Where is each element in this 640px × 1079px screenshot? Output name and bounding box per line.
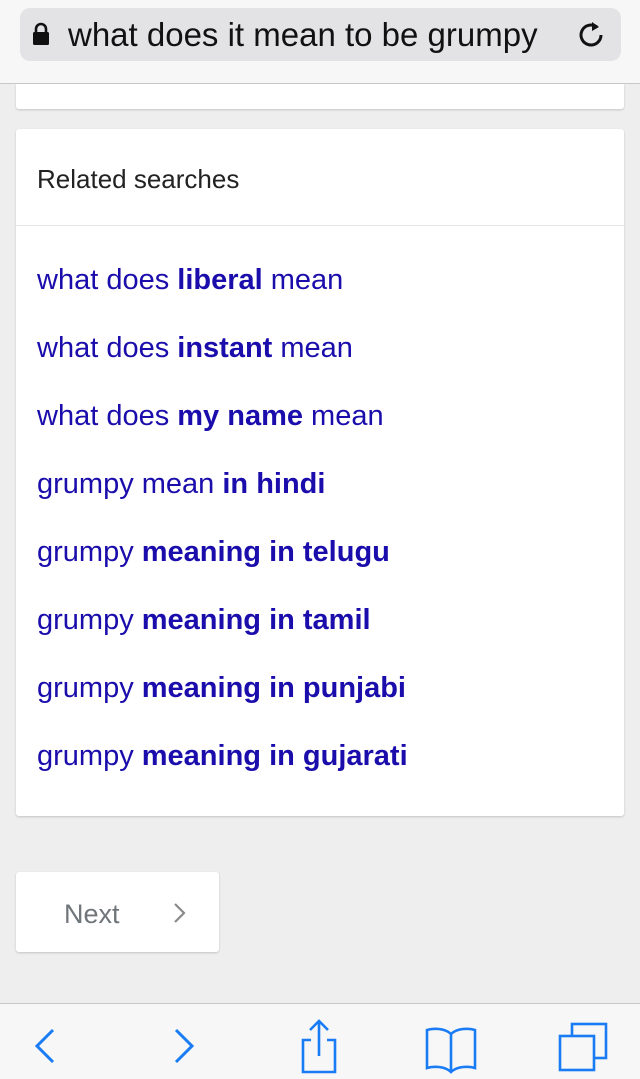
related-search-link[interactable]: grumpy meaning in telugu: [16, 534, 624, 602]
related-search-link[interactable]: grumpy meaning in gujarati: [16, 738, 624, 806]
back-icon[interactable]: [20, 1018, 76, 1074]
related-search-text: what does: [37, 400, 178, 432]
related-search-link[interactable]: grumpy mean in hindi: [16, 466, 624, 534]
related-search-link[interactable]: grumpy meaning in tamil: [16, 602, 624, 670]
related-search-text: mean: [262, 264, 344, 296]
related-search-bold-text: meaning in tamil: [141, 604, 371, 636]
url-text[interactable]: what does it mean to be grumpy: [68, 17, 565, 53]
lock-icon: [33, 22, 49, 45]
related-search-text: what does: [37, 264, 178, 296]
reload-icon[interactable]: [577, 20, 607, 50]
related-search-text: grumpy: [37, 672, 142, 704]
related-searches-list: what does liberal mean what does instant …: [16, 226, 624, 806]
related-search-bold-text: in hindi: [222, 468, 326, 500]
tabs-icon[interactable]: [556, 1018, 612, 1074]
related-search-bold-text: meaning in telugu: [141, 536, 390, 568]
next-page-button[interactable]: Next: [16, 872, 219, 952]
related-search-bold-text: meaning in gujarati: [141, 740, 408, 772]
next-label: Next: [64, 899, 120, 929]
related-search-link[interactable]: what does liberal mean: [16, 262, 624, 330]
forward-icon[interactable]: [155, 1018, 211, 1074]
address-field[interactable]: what does it mean to be grumpy: [20, 8, 621, 61]
related-search-text: grumpy: [37, 740, 142, 772]
related-searches-title: Related searches: [16, 129, 624, 226]
bottom-toolbar: [0, 1003, 640, 1079]
related-search-bold-text: my name: [177, 400, 303, 432]
related-search-link[interactable]: what does my name mean: [16, 398, 624, 466]
related-search-bold-text: meaning in punjabi: [141, 672, 406, 704]
related-search-text: what does: [37, 332, 178, 364]
related-search-text: grumpy mean: [37, 468, 223, 500]
related-search-link[interactable]: what does instant mean: [16, 330, 624, 398]
related-searches-card: Related searches what does liberal mean w…: [16, 129, 624, 816]
related-search-text: mean: [272, 332, 353, 364]
related-search-bold-text: liberal: [177, 264, 263, 296]
share-icon[interactable]: [291, 1018, 347, 1074]
related-search-text: grumpy: [37, 536, 142, 568]
previous-card: [16, 84, 624, 109]
bookmarks-icon[interactable]: [423, 1018, 479, 1074]
related-search-link[interactable]: grumpy meaning in punjabi: [16, 670, 624, 738]
related-search-text: grumpy: [37, 604, 142, 636]
browser-address-bar-area: what does it mean to be grumpy: [0, 0, 640, 84]
related-search-bold-text: instant: [177, 332, 273, 364]
related-search-text: mean: [303, 400, 384, 432]
url-fade: [539, 8, 569, 61]
chevron-right-icon: [174, 903, 186, 923]
